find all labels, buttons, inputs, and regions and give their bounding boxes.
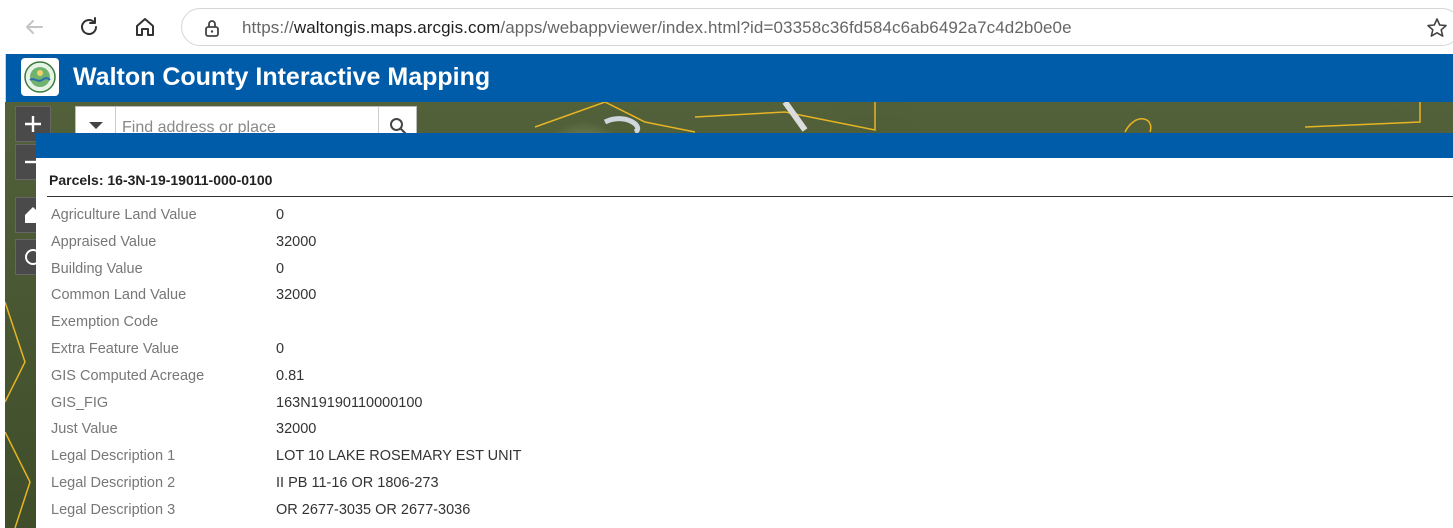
attribute-row: Exemption Code: [51, 310, 851, 337]
popup-divider: [47, 196, 1453, 197]
attribute-value: 32000: [276, 233, 317, 250]
attribute-row: Just Value 32000: [51, 417, 851, 444]
popup-title: Parcels: 16-3N-19-19011-000-0100: [49, 172, 273, 188]
url-text: https://waltongis.maps.arcgis.com/apps/w…: [242, 18, 1072, 37]
attribute-name: Legal Description 2: [51, 474, 176, 491]
attribute-value: OR 2677-3035 OR 2677-3036: [276, 501, 471, 518]
attribute-name: Just Value: [51, 421, 118, 438]
address-bar[interactable]: https://waltongis.maps.arcgis.com/apps/w…: [181, 8, 1453, 46]
attribute-name: Legal Description 1: [51, 448, 176, 465]
attribute-value: 0: [276, 260, 285, 277]
attribute-name: Building Value: [51, 260, 143, 277]
attribute-row: Appraised Value 32000: [51, 230, 851, 257]
favorite-star-icon[interactable]: [1426, 17, 1448, 39]
attribute-value: 32000: [276, 287, 317, 304]
attribute-name: Appraised Value: [51, 233, 157, 250]
attribute-row: GIS_FIG 163N19190110000100: [51, 391, 851, 418]
attribute-value: LOT 10 LAKE ROSEMARY EST UNIT: [276, 448, 522, 465]
popup-header-bar[interactable]: [36, 133, 1453, 158]
attribute-name: GIS Computed Acreage: [51, 367, 205, 384]
home-button[interactable]: [129, 12, 161, 42]
attribute-value: 0: [276, 207, 285, 223]
browser-toolbar: https://waltongis.maps.arcgis.com/apps/w…: [0, 0, 1453, 54]
app-header: Walton County Interactive Mapping: [5, 54, 1453, 102]
attribute-row: Building Value 0: [51, 257, 851, 284]
attribute-table: Agriculture Land Value 0 Appraised Value 32…: [51, 203, 851, 525]
attribute-value: 0.81: [276, 367, 305, 384]
attribute-row: Legal Description 3 OR 2677-3035 OR 2677-…: [51, 498, 851, 525]
attribute-name: GIS_FIG: [51, 394, 109, 411]
back-arrow-icon: [26, 20, 43, 34]
attribute-row: Common Land Value 32000: [51, 283, 851, 310]
back-button[interactable]: [18, 12, 50, 42]
attribute-row: Legal Description 2 II PB 11-16 OR 1806-2…: [51, 471, 851, 498]
reload-button[interactable]: [73, 12, 105, 42]
attribute-row: Agriculture Land Value 0: [51, 203, 851, 230]
attribute-name: Exemption Code: [51, 314, 159, 331]
attribute-value: 0: [276, 340, 285, 357]
attribute-name: Legal Description 3: [51, 501, 176, 518]
attribute-name: Extra Feature Value: [51, 340, 179, 357]
lock-icon: [205, 20, 219, 37]
attribute-name: Agriculture Land Value: [51, 207, 197, 223]
home-icon: [136, 18, 154, 36]
caret-down-icon: [88, 122, 103, 129]
reload-icon: [81, 17, 97, 35]
attribute-value: II PB 11-16 OR 1806-273: [276, 474, 439, 491]
app-title: Walton County Interactive Mapping: [73, 63, 491, 91]
attribute-value: 163N19190110000100: [276, 394, 423, 411]
attribute-row: Extra Feature Value 0: [51, 337, 851, 364]
attribute-row: GIS Computed Acreage 0.81: [51, 364, 851, 391]
plus-icon: [25, 116, 41, 132]
attribute-name: Common Land Value: [51, 287, 187, 304]
attribute-value: 32000: [276, 421, 317, 438]
county-seal-logo: [21, 58, 59, 96]
feature-popup: Parcels: 16-3N-19-19011-000-0100 Agricul…: [36, 133, 1453, 528]
attribute-row: Legal Description 1 LOT 10 LAKE ROSEMARY …: [51, 444, 851, 471]
